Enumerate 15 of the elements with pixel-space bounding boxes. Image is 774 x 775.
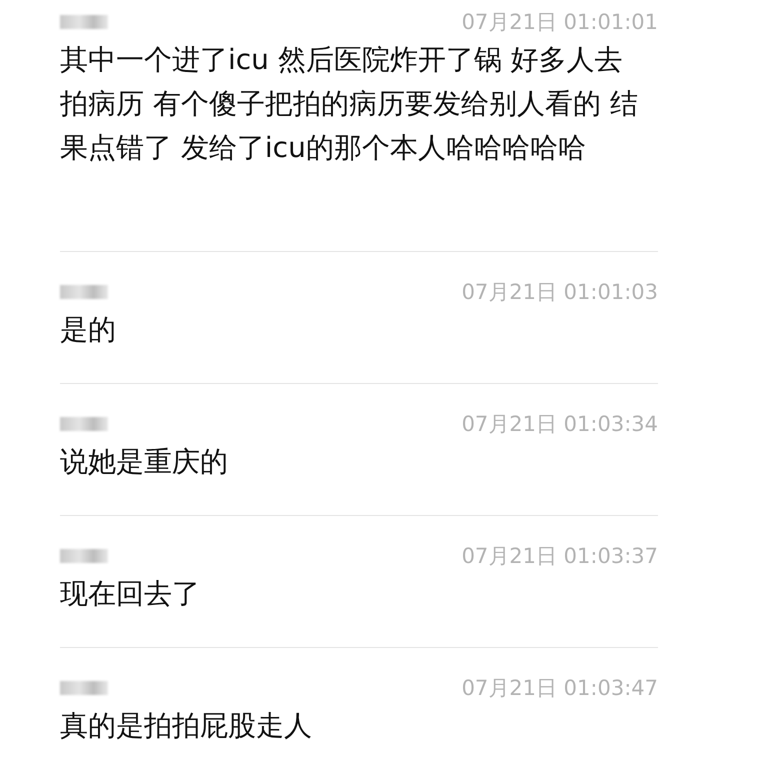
message-time: 07月21日 01:01:03 (462, 279, 658, 306)
blurred-name (60, 681, 108, 695)
message-text: 其中一个进了icu 然后医院炸开了锅 好多人去拍病历 有个傻子把拍的病历要发给别人看的 结果点错了 发给了icu的那个本人哈哈哈哈哈 (60, 42, 639, 166)
message-text: 真的是拍拍屁股走人 (60, 708, 313, 744)
message-text: 是的 (60, 312, 117, 348)
message-time: 07月21日 01:01:01 (462, 9, 658, 36)
message-text: 说她是重庆的 (60, 444, 229, 480)
message-time: 07月21日 01:03:37 (462, 543, 658, 570)
message-time: 07月21日 01:03:34 (462, 411, 658, 438)
message-time: 07月21日 01:03:47 (462, 675, 658, 702)
blurred-name (60, 549, 108, 563)
blurred-name (60, 285, 108, 299)
blurred-name (60, 417, 108, 431)
message-text: 现在回去了 (60, 576, 201, 612)
blurred-name (60, 15, 108, 29)
